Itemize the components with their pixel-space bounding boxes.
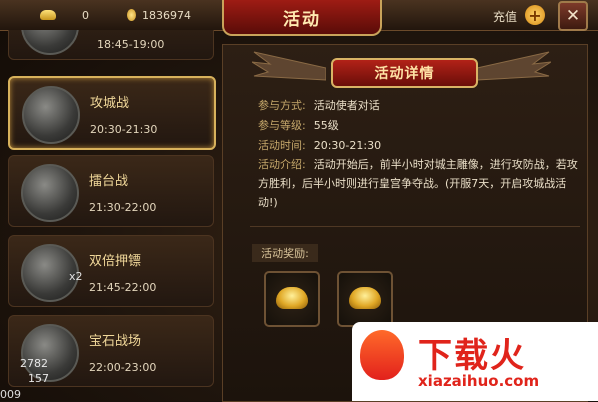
reward-slot[interactable]	[264, 271, 320, 327]
activity-time: 21:45-22:00	[89, 281, 157, 294]
ingot-currency: 0	[40, 6, 120, 24]
activity-name: 攻城战	[90, 96, 130, 111]
gold-ingot-icon	[276, 287, 308, 309]
intro-label: 活动介绍:	[258, 158, 306, 171]
right-wing-ornament	[477, 51, 551, 81]
activity-time: 21:30-22:00	[89, 201, 157, 214]
coin-icon	[127, 9, 136, 21]
reward-label: 活动奖励:	[252, 244, 318, 262]
gold-ingot-icon	[349, 287, 381, 309]
activity-time: 20:30-21:30	[90, 123, 158, 136]
coin-amount: 1836974	[142, 8, 191, 22]
activity-emblem-icon	[21, 30, 79, 55]
left-wing-ornament	[252, 51, 326, 81]
time-value: 20:30-21:30	[313, 139, 382, 152]
activity-name: 擂台战	[89, 174, 129, 189]
activity-item-escort[interactable]: x2 双倍押镖 21:45-22:00	[8, 235, 214, 307]
close-button[interactable]: ✕	[558, 1, 588, 31]
activity-item-siege[interactable]: 攻城战 20:30-21:30	[8, 76, 216, 150]
join-method: 参与方式: 活动使者对话	[258, 97, 380, 113]
arena-emblem-icon	[21, 164, 79, 222]
activity-intro: 活动介绍: 活动开始后，前半小时对城主雕像，进行攻防战，若攻方胜利，后半小时则进行…	[258, 155, 578, 212]
time-label: 活动时间:	[258, 139, 306, 152]
activity-time: 18:45-19:00	[97, 38, 165, 51]
siege-emblem-icon	[22, 86, 80, 144]
watermark-flame-logo	[360, 330, 404, 380]
level-label: 参与等级:	[258, 119, 306, 132]
level-value: 55级	[313, 119, 339, 132]
divider	[250, 226, 580, 227]
recharge-plus-button[interactable]: +	[525, 5, 545, 25]
watermark-url: xiazaihuo.com	[418, 372, 540, 390]
double-badge: x2	[69, 270, 83, 283]
recharge-label[interactable]: 充值	[493, 8, 517, 25]
activity-name: 宝石战场	[89, 334, 142, 349]
activity-time-row: 活动时间: 20:30-21:30	[258, 137, 381, 153]
reward-slot[interactable]	[337, 271, 393, 327]
activity-item[interactable]: 18:45-19:00	[8, 30, 214, 60]
activity-list[interactable]: 18:45-19:00 攻城战 20:30-21:30 擂台战 21:30-22…	[0, 30, 220, 401]
join-label: 参与方式:	[258, 99, 306, 112]
corner-number: 009	[0, 388, 21, 401]
ingot-icon	[40, 10, 56, 20]
watermark-text: 下载火	[418, 336, 526, 376]
activity-item-arena[interactable]: 擂台战 21:30-22:00	[8, 155, 214, 227]
ingot-amount: 0	[82, 8, 89, 22]
page-title: 活动	[222, 0, 382, 36]
stat-value: 2782	[20, 357, 48, 370]
activity-time: 22:00-23:00	[89, 361, 157, 374]
stat-value: 157	[28, 372, 49, 385]
join-value: 活动使者对话	[313, 99, 380, 112]
activity-name: 双倍押镖	[89, 254, 142, 269]
coin-currency: 1836974	[127, 6, 207, 24]
detail-title: 活动详情	[331, 58, 478, 88]
join-level: 参与等级: 55级	[258, 117, 339, 133]
